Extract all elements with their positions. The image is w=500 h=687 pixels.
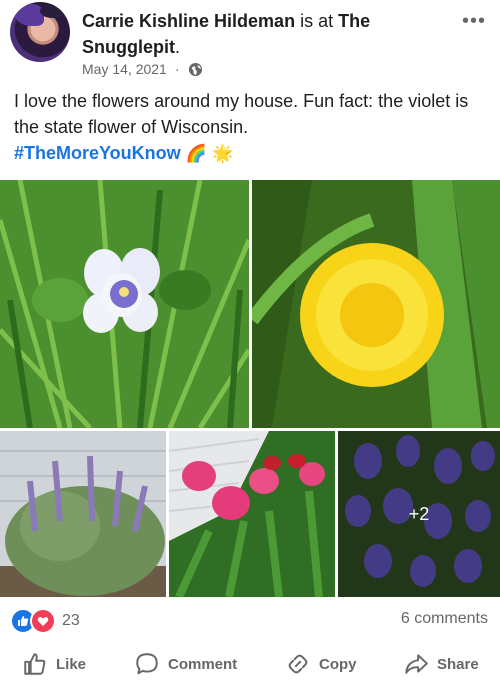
like-button[interactable]: Like [22,646,86,682]
photo-violet[interactable] [0,180,249,428]
photo-tulips[interactable] [169,431,335,597]
rainbow-star-emoji: 🌈 🌟 [185,144,234,164]
globe-icon [188,62,202,76]
comments-count[interactable]: 6 comments [401,610,488,628]
place-suffix: . [175,37,181,57]
post-header: Carrie Kishline Hildeman is at The Snugg… [0,0,500,84]
comment-label: Comment [168,655,238,673]
reaction-count: 23 [62,612,80,629]
post-date[interactable]: May 14, 2021 [82,61,167,77]
copy-label: Copy [319,655,357,673]
is-at-text: is at [295,11,339,31]
action-bar: Like Comment Copy Share [0,646,500,682]
like-label: Like [56,655,87,673]
reactions-summary[interactable]: 23 [10,608,80,634]
hashtag-link[interactable]: #TheMoreYouKnow [14,143,181,163]
meta-separator: · [174,61,180,77]
dandelion-image [252,180,500,428]
more-options-icon[interactable]: ••• [462,10,486,33]
violet-image [0,180,249,428]
link-icon [288,654,308,674]
comment-button[interactable]: Comment [134,646,237,682]
post-body: I love the flowers around my house. Fun … [14,88,492,167]
share-arrow-icon [405,654,428,674]
more-photos-count[interactable]: +2 [338,431,500,597]
avatar-cap [40,4,66,18]
catmint-image [0,431,166,597]
avatar-hair [14,4,44,26]
post-message: I love the flowers around my house. Fun … [14,91,469,137]
comment-icon [136,653,158,675]
author-line: Carrie Kishline Hildeman is at The Snugg… [82,8,442,60]
share-label: Share [437,655,479,673]
share-button[interactable]: Share [403,646,479,682]
author-name[interactable]: Carrie Kishline Hildeman [82,11,295,31]
avatar[interactable] [10,2,70,62]
photo-ajuga[interactable]: +2 [338,431,500,597]
copy-button[interactable]: Copy [285,646,357,682]
love-reaction-icon [30,608,56,634]
photo-catmint[interactable] [0,431,166,597]
thumbs-up-icon [24,653,46,675]
post-meta: May 14, 2021 · [82,61,203,77]
tulips-image [169,431,335,597]
photo-dandelion[interactable] [252,180,500,428]
post-stats: 23 6 comments [10,606,490,634]
